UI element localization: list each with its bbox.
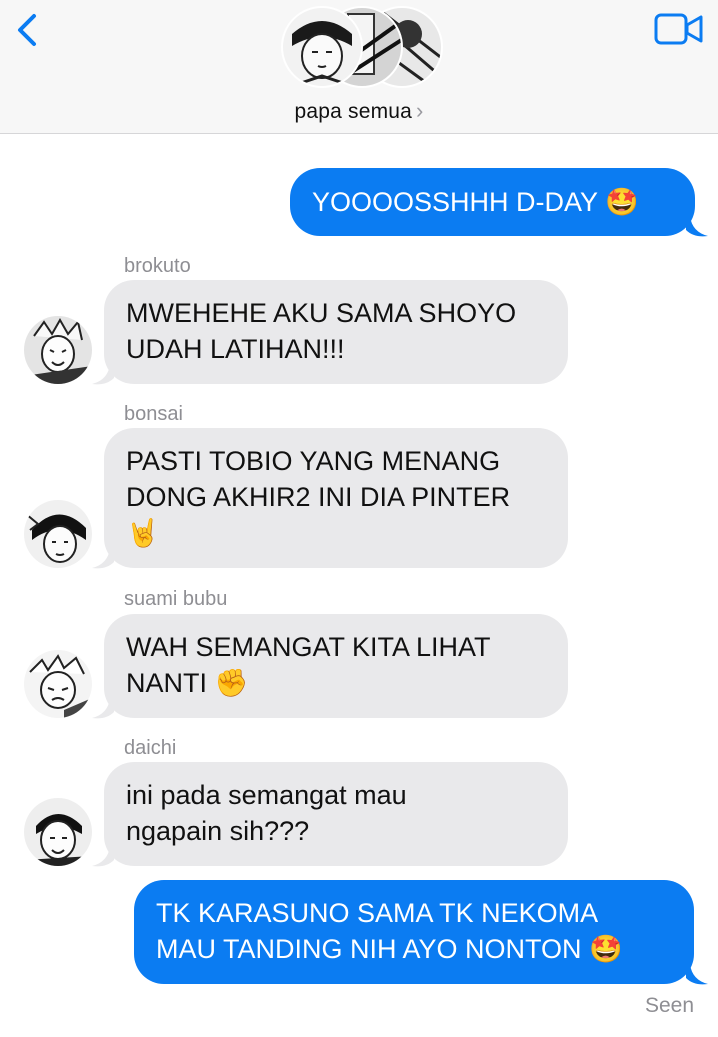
chevron-right-icon: › bbox=[416, 98, 424, 123]
avatar[interactable] bbox=[24, 650, 92, 718]
bubble-tail bbox=[92, 548, 114, 569]
back-button[interactable] bbox=[12, 10, 44, 50]
outgoing-message-bubble[interactable]: YOOOOSSHHH D-DAY 🤩 bbox=[290, 168, 695, 236]
sender-name: daichi bbox=[124, 737, 177, 759]
video-camera-icon bbox=[654, 13, 703, 45]
video-call-button[interactable] bbox=[654, 12, 704, 46]
avatar[interactable] bbox=[24, 316, 92, 384]
group-name: papa semua bbox=[294, 100, 413, 123]
avatar[interactable] bbox=[24, 798, 92, 866]
read-receipt: Seen bbox=[644, 994, 694, 1017]
outgoing-message-bubble[interactable]: TK KARASUNO SAMA TK NEKOMA MAU TANDING N… bbox=[134, 880, 694, 984]
bubble-tail bbox=[92, 698, 114, 719]
bubble-tail bbox=[92, 846, 114, 867]
bubble-tail bbox=[92, 364, 114, 385]
sender-name: suami bubu bbox=[124, 588, 228, 610]
avatar[interactable] bbox=[24, 500, 92, 568]
incoming-message-bubble[interactable]: MWEHEHE AKU SAMA SHOYO UDAH LATIHAN!!! bbox=[104, 280, 568, 384]
bubble-tail bbox=[686, 964, 708, 985]
chat-header: papa semua › bbox=[0, 0, 718, 134]
incoming-message-bubble[interactable]: WAH SEMANGAT KITA LIHAT NANTI ✊ bbox=[104, 614, 568, 718]
group-avatar[interactable] bbox=[278, 4, 444, 90]
chevron-left-icon bbox=[18, 14, 36, 46]
group-name-button[interactable]: papa semua › bbox=[0, 98, 718, 124]
incoming-message-bubble[interactable]: PASTI TOBIO YANG MENANG DONG AKHIR2 INI … bbox=[104, 428, 568, 568]
sender-name: bonsai bbox=[124, 403, 183, 425]
incoming-message-bubble[interactable]: ini pada semangat mau ngapain sih??? bbox=[104, 762, 568, 866]
bubble-tail bbox=[686, 216, 708, 237]
sender-name: brokuto bbox=[124, 255, 191, 277]
